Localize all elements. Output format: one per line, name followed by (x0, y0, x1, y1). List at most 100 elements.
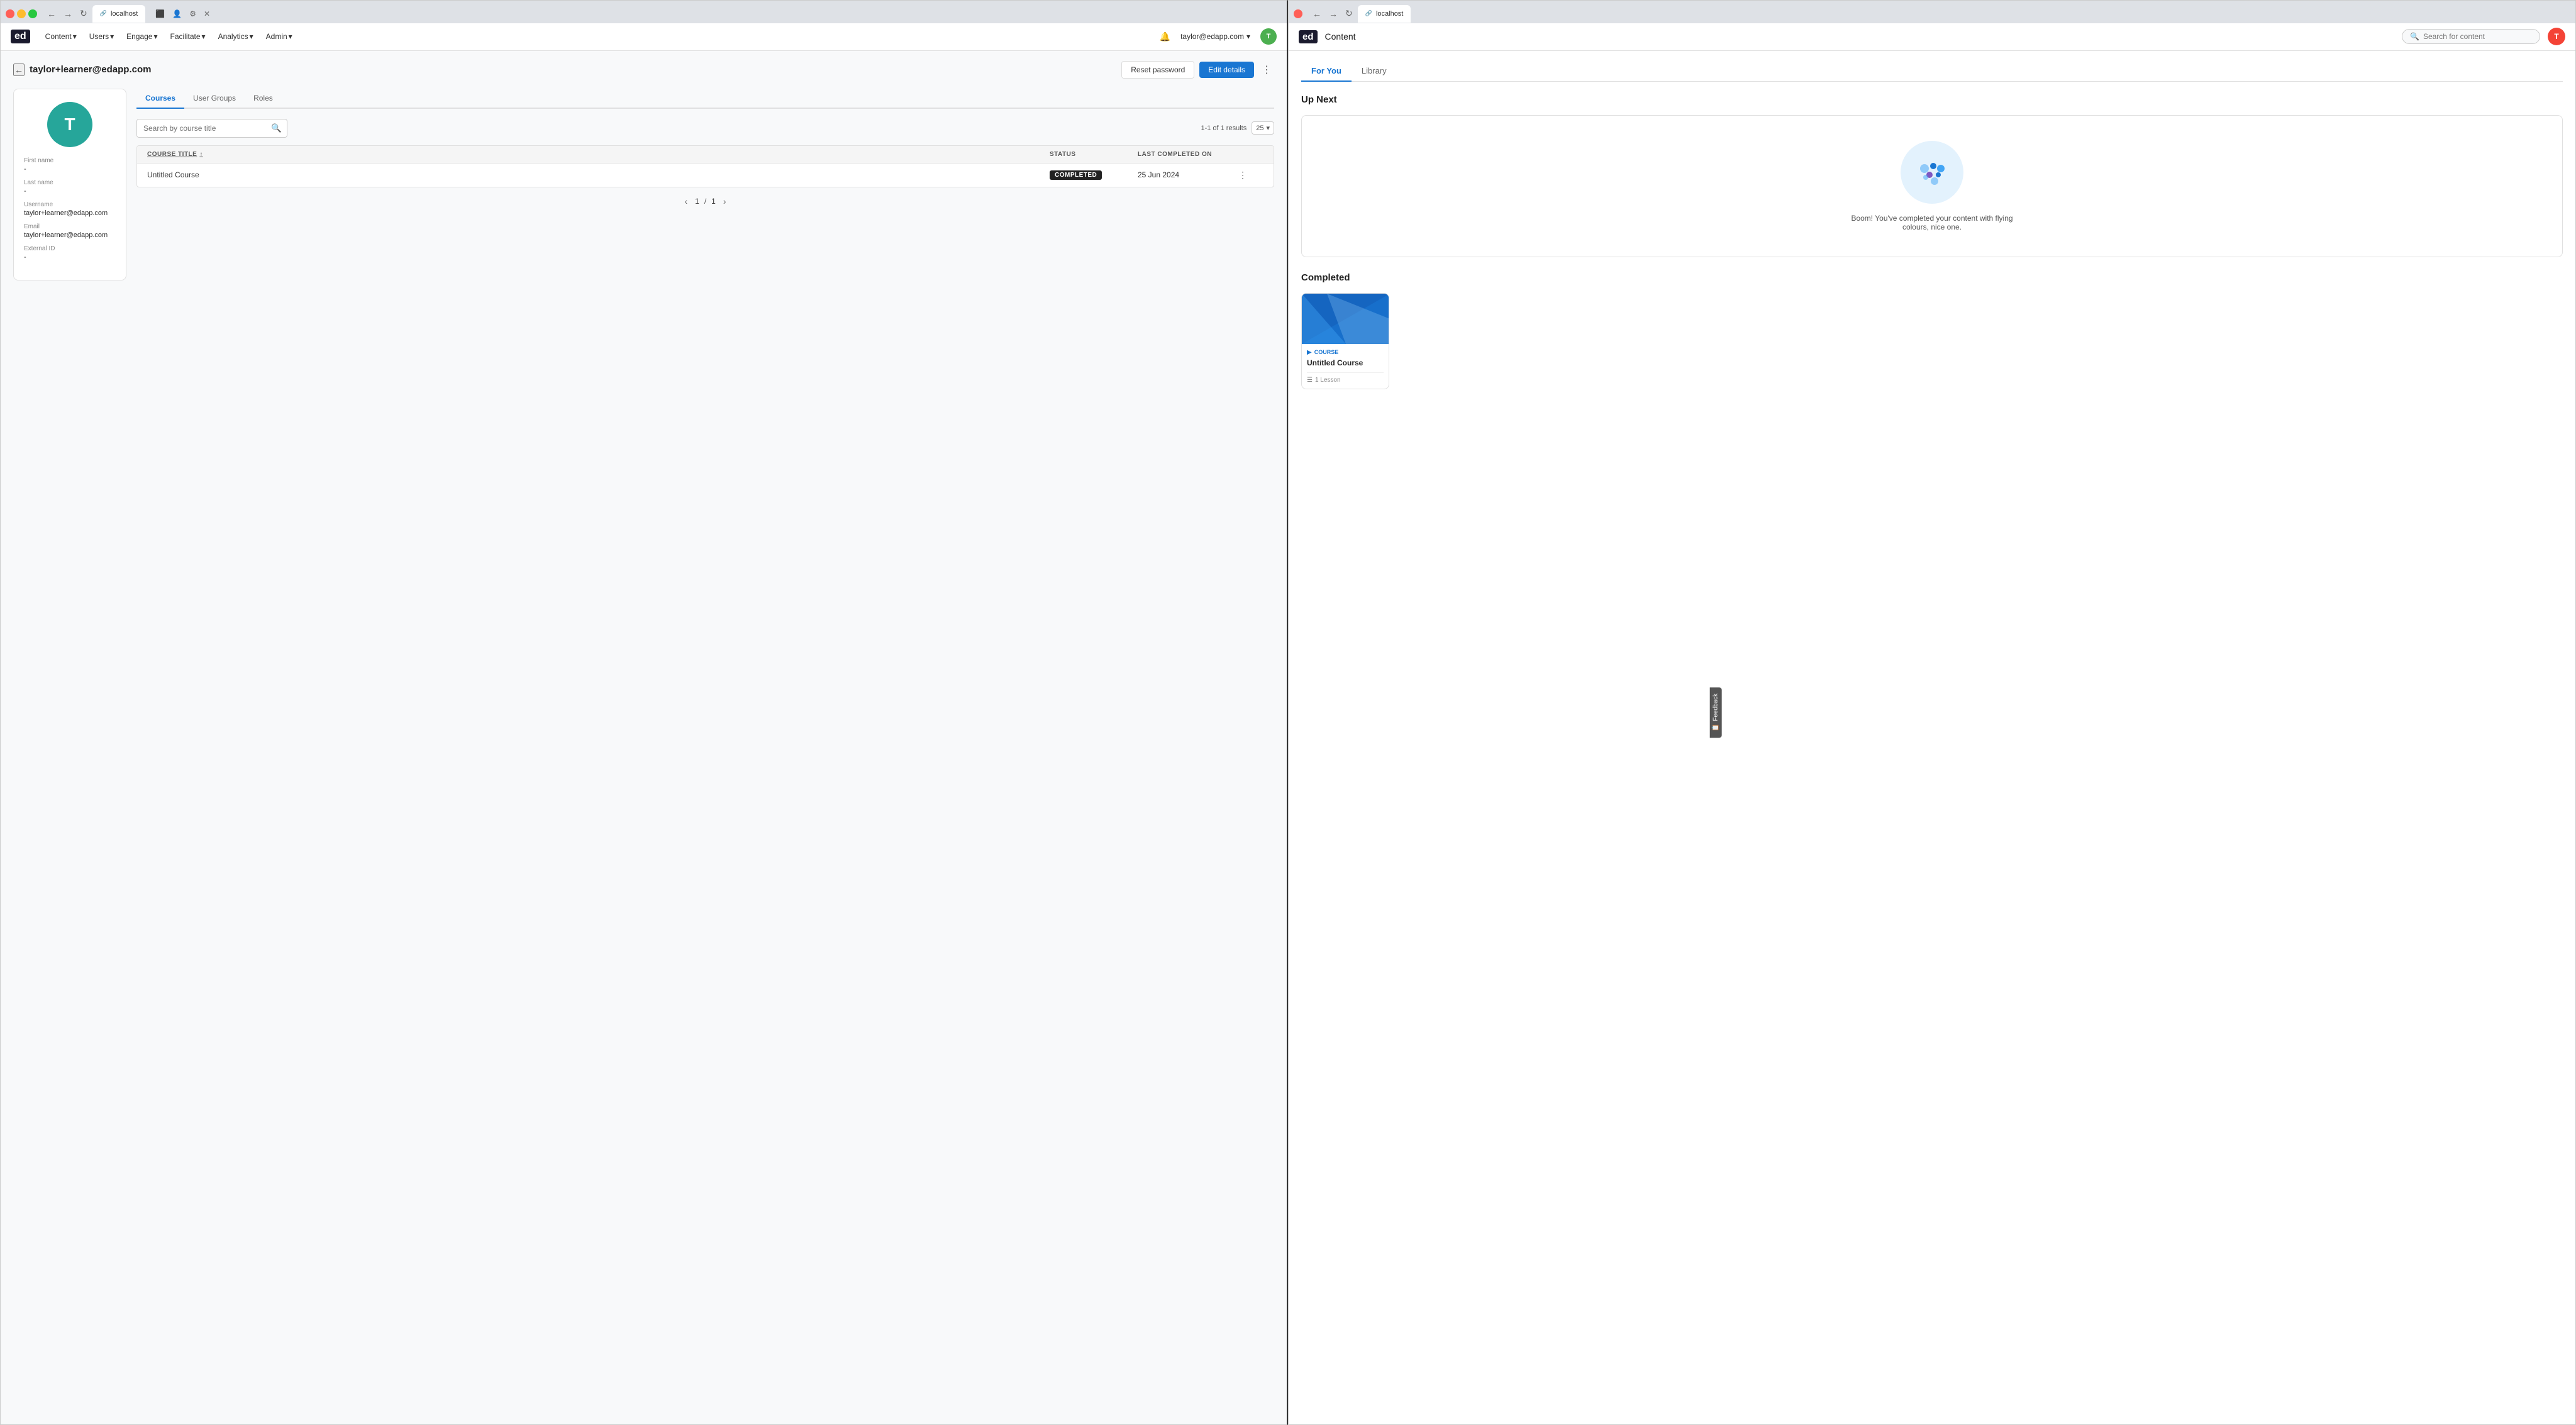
tab-label-left: localhost (111, 10, 138, 18)
logo-left: ed (11, 30, 30, 43)
tab-roles[interactable]: Roles (245, 89, 282, 109)
profile-last-name: Last name - (24, 179, 53, 195)
forward-btn-left[interactable]: → (61, 8, 75, 20)
search-input-wrap: 🔍 (136, 119, 287, 138)
nav-engage[interactable]: Engage▾ (121, 30, 162, 43)
total-pages: 1 (711, 197, 716, 206)
course-thumbnail (1302, 294, 1389, 344)
courses-table: COURSE TITLE ↑ STATUS LAST COMPLETED ON (136, 145, 1274, 187)
notification-bell[interactable]: 🔔 (1160, 31, 1170, 42)
user-avatar-left[interactable]: T (1260, 28, 1277, 45)
course-badge-text: COURSE (1314, 349, 1339, 355)
browser-tab-left[interactable]: 🔗 localhost (92, 5, 146, 23)
back-button[interactable]: ← (13, 64, 25, 76)
top-nav-left: ed Content▾ Users▾ Engage▾ Facilitate▾ (1, 23, 1287, 51)
search-icon-right: 🔍 (2410, 32, 2419, 41)
nav-facilitate[interactable]: Facilitate▾ (165, 30, 211, 43)
search-row: 🔍 1-1 of 1 results 25 ▾ (136, 119, 1274, 138)
main-layout: T First name - Last name - Username ta (13, 89, 1274, 280)
profile-external-id: External ID - (24, 245, 55, 261)
course-card-title: Untitled Course (1307, 358, 1384, 367)
prev-page-button[interactable]: ‹ (682, 195, 690, 208)
col-last-completed: LAST COMPLETED ON (1138, 151, 1238, 158)
right-nav-title: Content (1325, 31, 1356, 42)
nav-analytics[interactable]: Analytics▾ (213, 30, 258, 43)
content-tabs: For You Library (1301, 61, 2563, 82)
up-next-card: Boom! You've completed your content with… (1301, 115, 2563, 257)
browser-tab-right[interactable]: 🔗 localhost (1358, 5, 1411, 23)
profile-btn[interactable]: 👤 (170, 8, 184, 19)
right-content: For You Library Up Next (1289, 51, 2575, 1424)
user-email-display[interactable]: taylor@edapp.com ▾ (1180, 32, 1250, 41)
tab-library[interactable]: Library (1352, 61, 1397, 82)
nav-items-left: Content▾ Users▾ Engage▾ Facilitate▾ Anal… (40, 30, 297, 43)
tab-favicon-left: 🔗 (100, 10, 107, 17)
right-user-avatar[interactable]: T (2548, 28, 2565, 45)
course-card-image (1302, 294, 1389, 344)
right-top-nav: ed Content 🔍 T (1289, 23, 2575, 51)
up-next-illustration (1901, 141, 1963, 204)
tabs-header: Courses User Groups Roles (136, 89, 1274, 109)
page-content-left: ← taylor+learner@edapp.com Reset passwor… (1, 51, 1287, 1424)
settings-btn[interactable]: ⚙ (187, 8, 199, 19)
per-page-select[interactable]: 25 ▾ (1252, 121, 1274, 135)
back-row: ← taylor+learner@edapp.com (13, 64, 151, 76)
content-search-input[interactable] (2423, 32, 2532, 41)
course-card-footer: ☰ 1 Lesson (1307, 372, 1384, 384)
forward-btn-right[interactable]: → (1326, 8, 1340, 20)
search-button[interactable]: 🔍 (266, 119, 287, 137)
close-btn-left[interactable] (6, 9, 14, 18)
reload-btn-left[interactable]: ↻ (77, 7, 90, 20)
col-status: STATUS (1050, 151, 1138, 158)
cell-last-completed: 25 Jun 2024 (1138, 170, 1238, 179)
back-btn-right[interactable]: ← (1310, 8, 1324, 20)
completed-section: Completed ▶ (1301, 272, 2563, 389)
pagination: ‹ 1 / 1 › (136, 195, 1274, 208)
table-header: COURSE TITLE ↑ STATUS LAST COMPLETED ON (137, 146, 1274, 164)
tab-user-groups[interactable]: User Groups (184, 89, 245, 109)
more-options-button[interactable]: ⋮ (1259, 61, 1274, 79)
course-badge: ▶ COURSE (1307, 349, 1384, 356)
extensions-btn[interactable]: ⬛ (153, 8, 167, 19)
tabs-panel: Courses User Groups Roles 🔍 1-1 of 1 (136, 89, 1274, 280)
up-next-message: Boom! You've completed your content with… (1844, 214, 2020, 231)
nav-users[interactable]: Users▾ (84, 30, 119, 43)
profile-first-name: First name - (24, 157, 53, 173)
reset-password-button[interactable]: Reset password (1121, 61, 1194, 79)
back-btn-left[interactable]: ← (45, 8, 58, 20)
tab-bar-right: ← → ↻ 🔗 localhost (1289, 1, 2575, 23)
cell-row-action: ⋮ (1238, 170, 1263, 180)
close-window-btn[interactable]: ✕ (201, 8, 213, 19)
max-btn-left[interactable] (28, 9, 37, 18)
profile-card: T First name - Last name - Username ta (13, 89, 126, 280)
course-card-body: ▶ COURSE Untitled Course ☰ 1 Lesson (1302, 344, 1389, 389)
page-title: taylor+learner@edapp.com (30, 64, 151, 75)
table-row: Untitled Course COMPLETED 25 Jun 2024 ⋮ (137, 164, 1274, 187)
course-card[interactable]: ▶ COURSE Untitled Course ☰ 1 Lesson (1301, 293, 1389, 389)
nav-admin[interactable]: Admin▾ (261, 30, 297, 43)
min-btn-left[interactable] (17, 9, 26, 18)
tab-courses[interactable]: Courses (136, 89, 184, 109)
search-input[interactable] (137, 120, 266, 136)
edit-details-button[interactable]: Edit details (1199, 62, 1254, 78)
header-actions: Reset password Edit details ⋮ (1121, 61, 1274, 79)
profile-username: Username taylor+learner@edapp.com (24, 201, 108, 217)
close-btn-right[interactable] (1294, 9, 1302, 18)
search-bar-right[interactable]: 🔍 (2402, 29, 2540, 44)
page-header: ← taylor+learner@edapp.com Reset passwor… (13, 61, 1274, 79)
next-page-button[interactable]: › (721, 195, 729, 208)
tab-favicon-right: 🔗 (1365, 10, 1372, 17)
status-badge: COMPLETED (1050, 170, 1102, 180)
col-course-title[interactable]: COURSE TITLE ↑ (147, 151, 1050, 158)
tab-bar-left: ← → ↻ 🔗 localhost ⬛ 👤 ⚙ ✕ (1, 1, 1287, 23)
row-action-button[interactable]: ⋮ (1238, 170, 1247, 180)
results-info: 1-1 of 1 results 25 ▾ (1201, 121, 1274, 135)
completion-illustration (1907, 147, 1957, 197)
avatar: T (47, 102, 92, 147)
tab-for-you[interactable]: For You (1301, 61, 1352, 82)
reload-btn-right[interactable]: ↻ (1343, 7, 1355, 20)
tab-label-right: localhost (1376, 10, 1403, 18)
course-badge-icon: ▶ (1307, 349, 1312, 356)
col-actions (1238, 151, 1263, 158)
nav-content[interactable]: Content▾ (40, 30, 82, 43)
